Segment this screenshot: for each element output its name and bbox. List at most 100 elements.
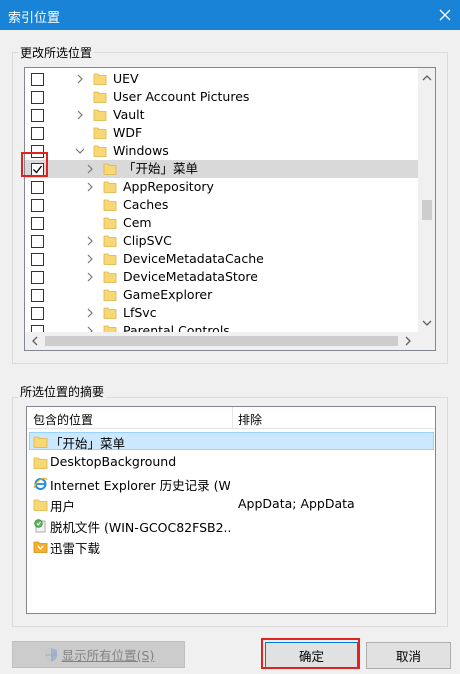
scroll-right-icon[interactable] [403,336,413,346]
summary-location-name: 迅雷下载 [50,541,101,556]
chevron-right-icon[interactable] [75,74,85,84]
summary-row[interactable]: Internet Explorer 历史记录 (W... [27,473,435,494]
tree-row-label: ClipSVC [123,233,172,248]
shield-icon [44,647,57,662]
included-column-header[interactable]: 包含的位置 [33,411,93,428]
summary-row[interactable]: 脱机文件 (WIN-GCOC82FSB2... [27,515,435,536]
tree-checkbox[interactable] [31,271,44,284]
summary-row[interactable]: DesktopBackground [27,452,435,473]
tree-checkbox[interactable] [31,217,44,230]
folder-icon [103,181,117,193]
tree-row-label: DeviceMetadataCache [123,251,264,266]
tree-row[interactable]: User Account Pictures [25,88,418,106]
folder-icon [93,127,107,139]
tree-row[interactable]: Parental Controls [25,322,418,332]
folder-icon [33,499,48,511]
summary-location-name: 用户 [50,499,76,514]
ok-button-highlight-box [261,638,360,669]
folder-tree[interactable]: UEV User Account Pictures Vault WDF Windows 「… [24,67,436,351]
tree-checkbox[interactable] [31,253,44,266]
tree-checkbox[interactable] [31,73,44,86]
tree-vertical-scroll-thumb[interactable] [422,200,432,220]
folder-icon [103,253,117,265]
chevron-right-icon[interactable] [85,182,95,192]
folder-icon [103,163,117,175]
scroll-down-icon[interactable] [422,318,432,328]
show-all-locations-button[interactable]: 显示所有位置(S) [12,641,185,668]
tree-row-label: AppRepository [123,179,214,194]
tree-row-label: DeviceMetadataStore [123,269,258,284]
tree-checkbox[interactable] [31,235,44,248]
folder-icon [103,271,117,283]
summary-location-name: 脱机文件 (WIN-GCOC82FSB2... [50,520,230,535]
window-title: 索引位置 [8,11,61,26]
tree-row[interactable]: Cem [25,214,418,232]
folder-icon [93,73,107,85]
tree-checkbox[interactable] [31,199,44,212]
tree-row-label: Windows [113,143,169,158]
summary-row[interactable]: 迅雷下载 [27,536,435,557]
tree-checkbox[interactable] [31,289,44,302]
tree-checkbox[interactable] [31,91,44,104]
folder-tree-rows: UEV User Account Pictures Vault WDF Windows 「… [25,68,418,332]
summary-row[interactable]: 用户 AppData; AppData [27,494,435,515]
tree-row-label: Cem [123,215,152,230]
close-button[interactable] [430,0,460,30]
folder-icon [103,289,117,301]
chevron-right-icon[interactable] [85,164,95,174]
tree-checkbox[interactable] [31,109,44,122]
tree-row[interactable]: UEV [25,70,418,88]
scroll-corner [418,332,435,350]
tree-row-label: 「开始」菜单 [123,161,199,176]
scroll-left-icon[interactable] [30,336,40,346]
chevron-right-icon[interactable] [85,272,95,282]
tree-row[interactable]: DeviceMetadataStore [25,268,418,286]
tree-row-label: Caches [123,197,169,212]
tree-row[interactable]: GameExplorer [25,286,418,304]
tree-row-label: User Account Pictures [113,89,250,104]
tree-row[interactable]: DeviceMetadataCache [25,250,418,268]
chevron-right-icon[interactable] [85,236,95,246]
cancel-button[interactable]: 取消 [366,642,451,669]
tree-row[interactable]: Windows [25,142,418,160]
tree-checkbox[interactable] [31,181,44,194]
exclude-column-header[interactable]: 排除 [238,411,262,428]
folder-icon [33,457,48,469]
tree-checkbox[interactable] [31,127,44,140]
offline-files-icon [34,519,46,533]
summary-row[interactable]: 「开始」菜单 [27,431,435,452]
summary-location-name: Internet Explorer 历史记录 (W... [50,478,230,493]
scroll-up-icon[interactable] [422,73,432,83]
folder-icon [93,109,107,121]
chevron-right-icon[interactable] [75,110,85,120]
tree-row[interactable]: LfSvc [25,304,418,322]
tree-row[interactable]: AppRepository [25,178,418,196]
xunlei-folder-icon [33,541,48,553]
folder-icon [93,145,107,157]
chevron-right-icon[interactable] [85,308,95,318]
summary-location-name: DesktopBackground [50,454,177,469]
tree-row[interactable]: 「开始」菜单 [25,160,418,178]
tree-horizontal-scroll-thumb[interactable] [45,336,398,346]
tree-checkbox[interactable] [31,307,44,320]
tree-checkbox[interactable] [31,325,44,332]
tree-row-label: GameExplorer [123,287,213,302]
tree-row-label: WDF [113,125,143,140]
folder-icon [33,436,48,448]
close-icon [439,9,451,21]
chevron-right-icon[interactable] [85,254,95,264]
tree-row[interactable]: Caches [25,196,418,214]
column-separator[interactable] [232,407,233,429]
tree-vertical-scrollbar[interactable] [418,68,435,332]
summary-list[interactable]: 包含的位置 排除 「开始」菜单 DesktopBackground Internet… [26,406,436,614]
cancel-label: 取消 [395,649,421,664]
folder-icon [103,325,117,332]
tree-row[interactable]: ClipSVC [25,232,418,250]
tree-horizontal-scrollbar[interactable] [25,332,418,350]
tree-row[interactable]: WDF [25,124,418,142]
summary-legend: 所选位置的摘要 [18,383,107,400]
chevron-down-icon[interactable] [75,146,85,156]
tree-row[interactable]: Vault [25,106,418,124]
show-all-locations-label: 显示所有位置(S) [61,648,155,663]
checkbox-highlight-box [21,152,48,177]
